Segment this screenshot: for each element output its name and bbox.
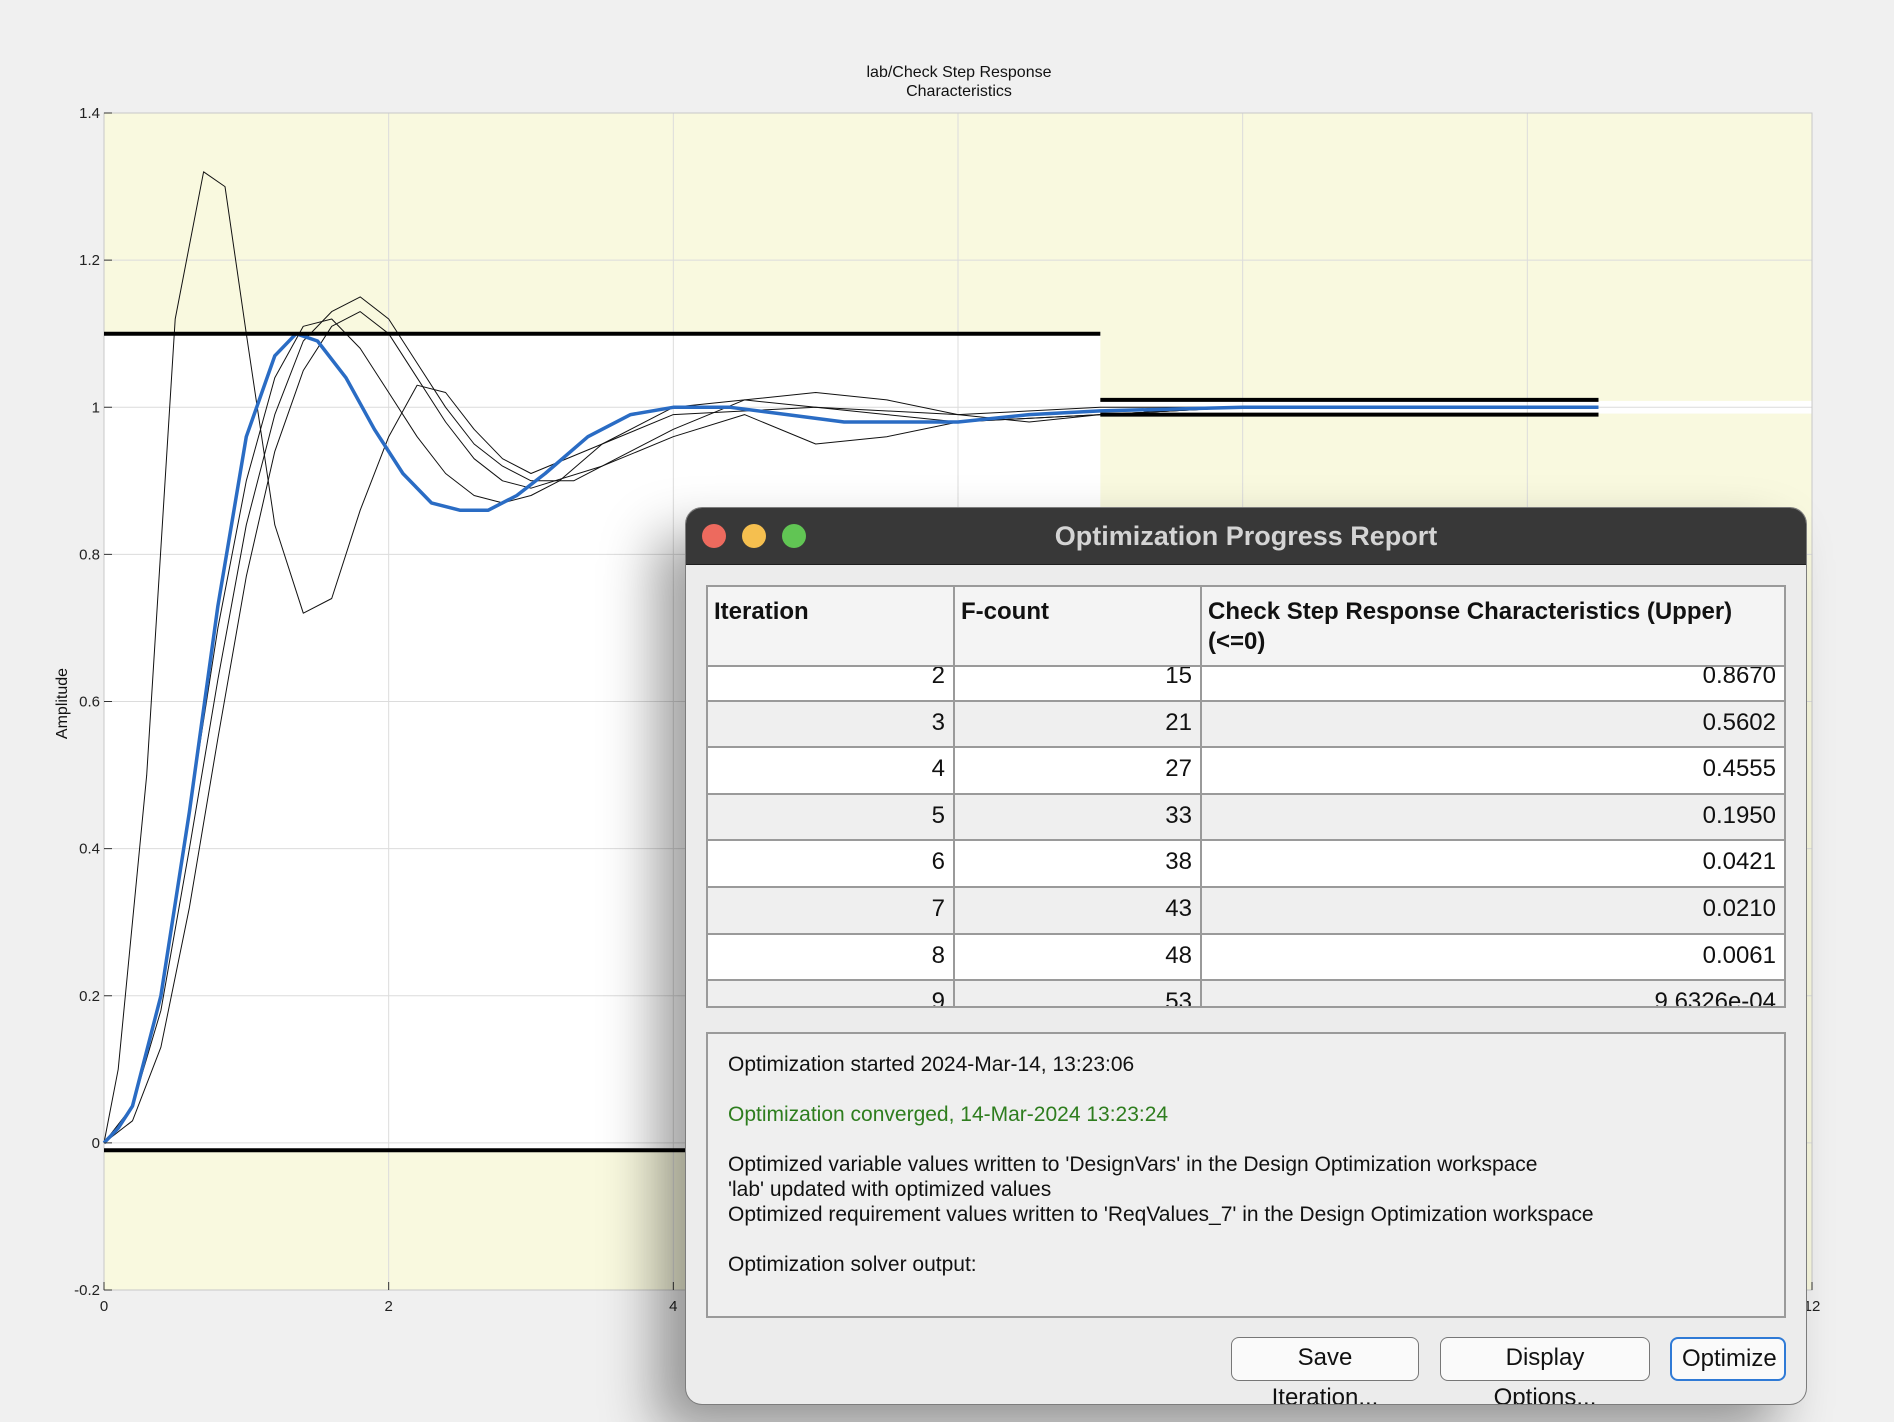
y-tick-label: 0.8 [79,546,100,563]
y-tick-label: 0.4 [79,841,100,858]
cell-iteration: 4 [708,748,955,793]
log-written-vars: Optimized variable values written to 'De… [728,1153,1538,1176]
cell-value: 0.0210 [1702,894,1776,922]
cell-value: 0.0061 [1702,941,1776,969]
log-written-req: Optimized requirement values written to … [728,1203,1594,1226]
cell-iteration: 3 [708,701,955,747]
display-options-button[interactable]: Display Options... [1440,1337,1650,1404]
cell-value: 0.1950 [1702,801,1776,829]
column-header-fcount[interactable]: F-count [955,587,1202,665]
x-tick-label: 2 [384,1298,392,1315]
iteration-table[interactable]: Iteration F-count Check Step Response Ch… [706,585,1786,1008]
table-row[interactable]: 6 38 0.0421 [708,841,1784,888]
cell-iteration: 9 [708,981,955,1006]
cell-iteration: 5 [708,794,955,840]
cell-fcount: 43 [955,887,1202,933]
save-iteration-button[interactable]: Save Iteration... [1231,1337,1419,1404]
table-body: 2 15 0.8670 3 21 0.5602 4 27 0.4555 5 33 0.1950 6 38 0… [708,655,1784,1008]
table-header: Iteration F-count Check Step Response Ch… [708,587,1784,667]
x-tick-label: 4 [669,1298,677,1315]
y-axis-label: Amplitude [54,668,71,739]
cell-iteration: 7 [708,887,955,933]
cell-fcount: 33 [955,794,1202,840]
table-row[interactable]: 7 43 0.0210 [708,887,1784,935]
log-solver-output: Optimization solver output: [728,1253,977,1276]
table-row[interactable]: 5 33 0.1950 [708,794,1784,842]
y-tick-label: 1.4 [79,105,100,122]
cell-value: 9.6326e-04 [1654,988,1776,1008]
cell-fcount: 53 [955,981,1202,1006]
table-row[interactable]: 8 48 0.0061 [708,934,1784,982]
cell-iteration: 6 [708,841,955,886]
y-tick-label: 0 [92,1135,100,1152]
cell-fcount: 38 [955,841,1202,886]
y-tick-label: -0.2 [74,1282,100,1299]
chart-title: Characteristics [906,83,1012,100]
log-started: Optimization started 2024-Mar-14, 13:23:… [728,1053,1135,1076]
column-header-constraint[interactable]: Check Step Response Characteristics (Upp… [1202,587,1784,665]
cell-iteration: 8 [708,934,955,980]
x-tick-label: 12 [1804,1298,1821,1315]
table-row[interactable]: 9 53 9.6326e-04 [708,981,1784,1008]
y-tick-label: 1.2 [79,252,100,269]
dialog-titlebar[interactable]: Optimization Progress Report [686,508,1806,565]
cell-value: 0.0421 [1702,848,1776,876]
cell-fcount: 27 [955,748,1202,793]
y-tick-label: 0.2 [79,988,100,1005]
table-row[interactable]: 4 27 0.4555 [708,748,1784,795]
log-updated: 'lab' updated with optimized values [728,1178,1052,1201]
dialog-title: Optimization Progress Report [1054,521,1438,551]
chart-title: lab/Check Step Response [867,64,1052,81]
optimization-progress-dialog: Optimization Progress Report Iteration F… [686,508,1806,1404]
cell-value: 0.4555 [1702,755,1776,783]
y-tick-label: 1 [92,399,100,416]
cell-fcount: 48 [955,934,1202,980]
column-header-iteration[interactable]: Iteration [708,587,955,665]
log-converged: Optimization converged, 14-Mar-2024 13:2… [728,1103,1169,1126]
table-row[interactable]: 3 21 0.5602 [708,701,1784,749]
cell-value: 0.5602 [1702,708,1776,736]
y-tick-label: 0.6 [79,694,100,711]
cell-fcount: 21 [955,701,1202,747]
optimize-button[interactable]: Optimize [1670,1337,1786,1381]
x-tick-label: 0 [100,1298,108,1315]
optimization-log: Optimization started 2024-Mar-14, 13:23:… [706,1032,1786,1318]
